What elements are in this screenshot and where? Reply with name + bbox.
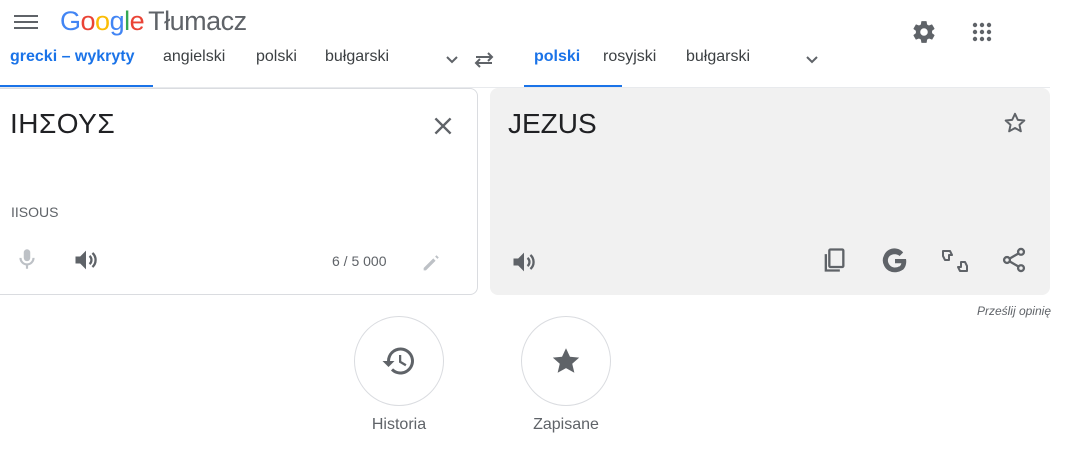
logo-letter: o: [95, 6, 110, 36]
source-text-input[interactable]: ΙΗΣΟΥΣ: [10, 108, 115, 140]
logo-letter: G: [60, 6, 81, 36]
history-icon: [382, 347, 414, 375]
logo-letter: g: [109, 6, 125, 36]
google-icon[interactable]: [880, 246, 910, 276]
source-lang-tab[interactable]: bułgarski: [325, 48, 389, 66]
speaker-icon[interactable]: [510, 248, 538, 276]
send-feedback-link[interactable]: Prześlij opinię: [977, 304, 1051, 318]
speaker-icon[interactable]: [72, 246, 100, 274]
chevron-down-icon[interactable]: [800, 48, 824, 72]
translation-text: JEZUS: [508, 108, 597, 139]
share-icon[interactable]: [1000, 246, 1028, 274]
swap-languages-icon[interactable]: [471, 48, 497, 72]
target-lang-tab[interactable]: rosyjski: [603, 48, 656, 66]
history-label: Historia: [371, 416, 427, 433]
character-count: 6 / 5 000: [332, 253, 387, 269]
saved-label: Zapisane: [533, 416, 599, 433]
settings-icon[interactable]: [908, 16, 940, 48]
apps-icon[interactable]: [966, 16, 998, 48]
logo-letter: e: [129, 6, 145, 36]
menu-icon[interactable]: [14, 12, 38, 32]
saved-button[interactable]: [521, 316, 611, 406]
history-button[interactable]: [354, 316, 444, 406]
target-lang-tab[interactable]: bułgarski: [686, 48, 750, 66]
source-lang-tab-detected[interactable]: grecki – wykryty: [10, 48, 135, 66]
source-lang-tab[interactable]: angielski: [163, 48, 225, 66]
star-filled-icon: [552, 348, 580, 373]
transliteration: IISOUS: [11, 204, 59, 220]
microphone-icon[interactable]: [14, 246, 40, 272]
target-lang-tab-active[interactable]: polski: [534, 48, 580, 66]
copy-icon[interactable]: [820, 246, 848, 274]
chevron-down-icon[interactable]: [440, 48, 464, 72]
star-outline-icon[interactable]: [1002, 110, 1028, 136]
pencil-icon[interactable]: [420, 252, 442, 274]
close-icon[interactable]: [430, 113, 456, 139]
google-translate-logo[interactable]: Google Tłumacz: [60, 6, 247, 37]
source-lang-tab[interactable]: polski: [256, 48, 297, 66]
logo-letter: o: [80, 6, 96, 36]
feedback-icon[interactable]: [940, 246, 970, 276]
product-name: Tłumacz: [148, 6, 247, 36]
